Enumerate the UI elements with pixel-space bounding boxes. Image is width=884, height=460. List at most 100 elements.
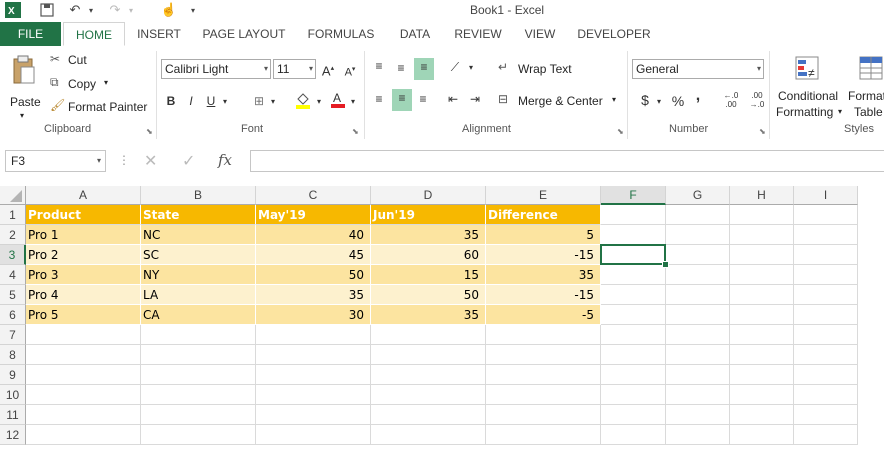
table-cell[interactable]: 5 xyxy=(486,225,601,245)
cell-e9[interactable] xyxy=(486,365,601,385)
cell-i10[interactable] xyxy=(794,385,858,405)
comma-button[interactable]: , xyxy=(692,87,704,105)
cell-i7[interactable] xyxy=(794,325,858,345)
increase-indent-icon[interactable]: ⇥ xyxy=(466,90,484,108)
fill-handle[interactable] xyxy=(662,261,669,268)
cell-g5[interactable] xyxy=(666,285,730,305)
clipboard-launcher-icon[interactable]: ⬊ xyxy=(146,127,153,136)
cell-c12[interactable] xyxy=(256,425,371,445)
merge-center-button[interactable]: ⊟ Merge & Center ▾ xyxy=(498,91,624,111)
row-header-8[interactable]: 8 xyxy=(0,345,26,365)
align-left-icon[interactable]: ≡ xyxy=(370,90,388,108)
table-header-cell[interactable]: Difference xyxy=(486,205,601,225)
table-cell[interactable]: 35 xyxy=(256,285,371,305)
font-name-combo[interactable]: Calibri Light ▾ xyxy=(161,59,271,79)
row-header-9[interactable]: 9 xyxy=(0,365,26,385)
table-cell[interactable]: -5 xyxy=(486,305,601,325)
column-header-a[interactable]: A xyxy=(26,186,141,205)
column-header-i[interactable]: I xyxy=(794,186,858,205)
cell-c8[interactable] xyxy=(256,345,371,365)
cell-b7[interactable] xyxy=(141,325,256,345)
cell-d7[interactable] xyxy=(371,325,486,345)
cell-c10[interactable] xyxy=(256,385,371,405)
cell-i5[interactable] xyxy=(794,285,858,305)
column-header-e[interactable]: E xyxy=(486,186,601,205)
percent-button[interactable]: % xyxy=(670,92,686,110)
cell-h9[interactable] xyxy=(730,365,794,385)
cell-i2[interactable] xyxy=(794,225,858,245)
cell-i1[interactable] xyxy=(794,205,858,225)
cell-b9[interactable] xyxy=(141,365,256,385)
tab-page-layout[interactable]: PAGE LAYOUT xyxy=(200,22,288,46)
cell-g3[interactable] xyxy=(666,245,730,265)
cell-d11[interactable] xyxy=(371,405,486,425)
cell-f12[interactable] xyxy=(601,425,666,445)
select-all-button[interactable] xyxy=(0,186,26,205)
cell-i3[interactable] xyxy=(794,245,858,265)
grow-font-icon[interactable]: A▴ xyxy=(320,60,336,80)
table-cell[interactable]: 60 xyxy=(371,245,486,265)
table-cell[interactable]: -15 xyxy=(486,285,601,305)
cell-g10[interactable] xyxy=(666,385,730,405)
align-top-icon[interactable]: ≡ xyxy=(370,57,388,75)
font-size-combo[interactable]: 11 ▾ xyxy=(273,59,316,79)
cell-g11[interactable] xyxy=(666,405,730,425)
cell-h3[interactable] xyxy=(730,245,794,265)
table-cell[interactable]: 35 xyxy=(371,305,486,325)
row-header-2[interactable]: 2 xyxy=(0,225,26,245)
table-cell[interactable]: SC xyxy=(141,245,256,265)
decrease-indent-icon[interactable]: ⇤ xyxy=(444,90,462,108)
cell-g4[interactable] xyxy=(666,265,730,285)
increase-decimal-icon[interactable]: ←.0.00 xyxy=(720,91,742,109)
cell-a10[interactable] xyxy=(26,385,141,405)
table-cell[interactable]: Pro 4 xyxy=(26,285,141,305)
table-cell[interactable]: Pro 1 xyxy=(26,225,141,245)
table-cell[interactable]: LA xyxy=(141,285,256,305)
row-header-12[interactable]: 12 xyxy=(0,425,26,445)
cell-f10[interactable] xyxy=(601,385,666,405)
table-cell[interactable]: -15 xyxy=(486,245,601,265)
cell-h8[interactable] xyxy=(730,345,794,365)
row-header-10[interactable]: 10 xyxy=(0,385,26,405)
cell-g6[interactable] xyxy=(666,305,730,325)
cell-e11[interactable] xyxy=(486,405,601,425)
cell-i11[interactable] xyxy=(794,405,858,425)
table-cell[interactable]: 35 xyxy=(486,265,601,285)
cell-f7[interactable] xyxy=(601,325,666,345)
table-cell[interactable]: Pro 5 xyxy=(26,305,141,325)
cut-button[interactable]: ✂ Cut xyxy=(48,52,108,70)
row-header-5[interactable]: 5 xyxy=(0,285,26,305)
alignment-launcher-icon[interactable]: ⬊ xyxy=(617,127,624,136)
table-cell[interactable]: Pro 2 xyxy=(26,245,141,265)
cell-c11[interactable] xyxy=(256,405,371,425)
cell-e12[interactable] xyxy=(486,425,601,445)
decrease-decimal-icon[interactable]: .00 →.0 xyxy=(746,91,768,109)
column-header-b[interactable]: B xyxy=(141,186,256,205)
cell-d10[interactable] xyxy=(371,385,486,405)
cell-h2[interactable] xyxy=(730,225,794,245)
cell-b12[interactable] xyxy=(141,425,256,445)
table-cell[interactable]: 45 xyxy=(256,245,371,265)
tab-insert[interactable]: INSERT xyxy=(133,22,185,46)
underline-dropdown-icon[interactable]: ▾ xyxy=(220,93,230,111)
tab-review[interactable]: REVIEW xyxy=(451,22,505,46)
cell-a12[interactable] xyxy=(26,425,141,445)
table-cell[interactable]: 50 xyxy=(256,265,371,285)
cell-h4[interactable] xyxy=(730,265,794,285)
cell-f2[interactable] xyxy=(601,225,666,245)
align-bottom-icon[interactable]: ≡ xyxy=(414,58,434,80)
row-header-11[interactable]: 11 xyxy=(0,405,26,425)
active-cell[interactable] xyxy=(600,244,666,265)
table-header-cell[interactable]: May'19 xyxy=(256,205,371,225)
wrap-text-button[interactable]: ↵ Wrap Text xyxy=(498,59,588,79)
cell-a8[interactable] xyxy=(26,345,141,365)
font-color-icon[interactable]: A xyxy=(330,90,346,113)
format-painter-button[interactable]: 🖌 Format Painter xyxy=(48,98,152,116)
font-color-dropdown-icon[interactable]: ▾ xyxy=(348,93,358,111)
cell-h11[interactable] xyxy=(730,405,794,425)
format-as-table-button[interactable]: Format as Table xyxy=(846,53,884,123)
cell-i9[interactable] xyxy=(794,365,858,385)
cell-c7[interactable] xyxy=(256,325,371,345)
row-header-3[interactable]: 3 xyxy=(0,245,26,265)
tab-home[interactable]: HOME xyxy=(63,22,125,46)
